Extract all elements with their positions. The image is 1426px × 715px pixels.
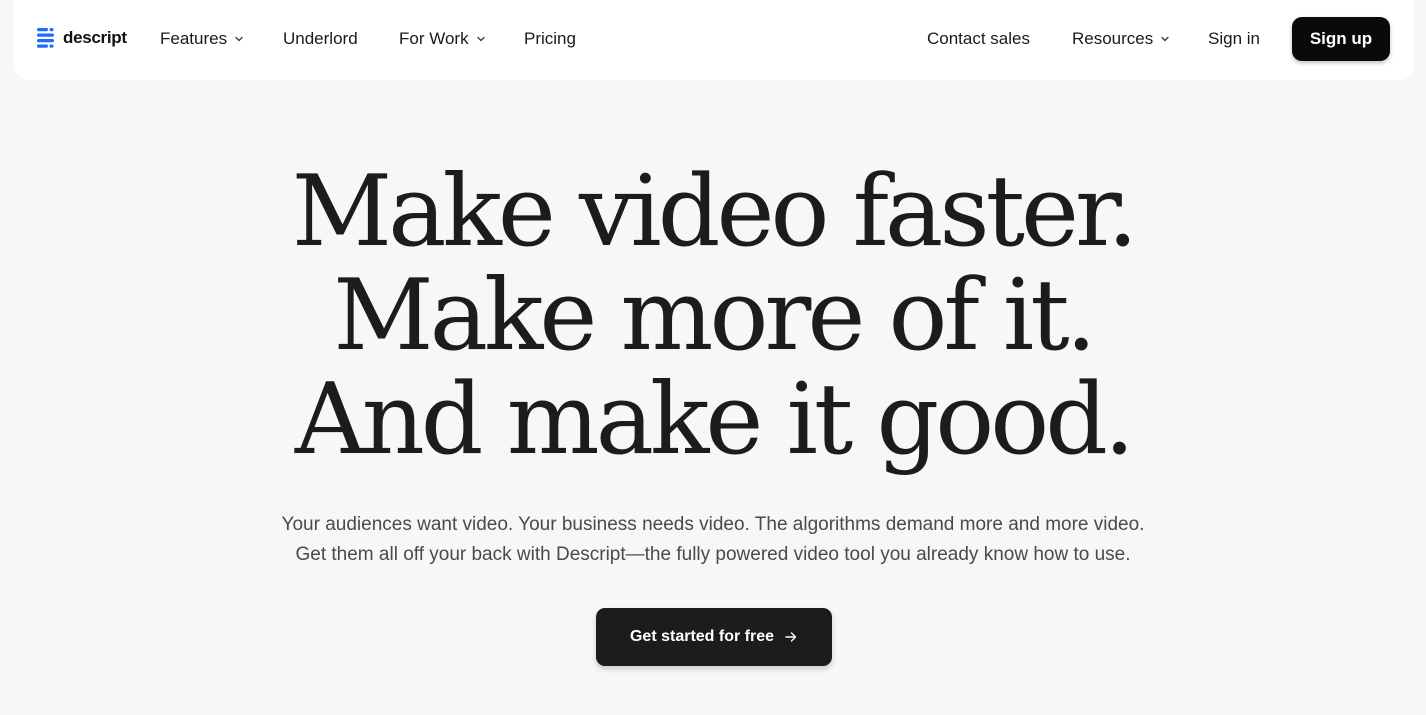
- nav-underlord-label: Underlord: [283, 29, 358, 48]
- hero-line-1: Make video faster.: [291, 155, 1139, 269]
- nav-contact-sales[interactable]: Contact sales: [927, 29, 1030, 49]
- hero-headline: Make video faster. Make more of it. And …: [0, 160, 1426, 472]
- descript-logo-icon: [37, 28, 54, 48]
- nav-features-label: Features: [160, 29, 228, 48]
- nav-features[interactable]: Features: [160, 29, 244, 49]
- nav-for-work[interactable]: For Work: [399, 29, 486, 49]
- hero-subtitle-line-1: Your audiences want video. Your business…: [281, 514, 1145, 535]
- nav-pricing[interactable]: Pricing: [524, 29, 576, 49]
- chevron-down-icon: [235, 36, 243, 42]
- nav-underlord[interactable]: Underlord: [283, 29, 358, 49]
- hero-subtitle: Your audiences want video. Your business…: [0, 510, 1426, 570]
- hero-line-3: And make it good.: [294, 363, 1135, 477]
- top-navbar: descript Features Underlord For Work Pri…: [14, 0, 1414, 80]
- hero-line-2: Make more of it.: [333, 259, 1097, 373]
- hero-subtitle-line-2: Get them all off your back with Descript…: [295, 544, 1131, 565]
- nav-sign-in-label: Sign in: [1208, 29, 1260, 48]
- sign-up-button[interactable]: Sign up: [1292, 17, 1390, 61]
- get-started-label: Get started for free: [629, 628, 775, 645]
- logo-wordmark: descript: [63, 28, 127, 47]
- get-started-button[interactable]: Get started for free: [596, 608, 832, 666]
- arrow-right-icon: [785, 632, 797, 642]
- descript-logo[interactable]: descript: [37, 27, 127, 49]
- chevron-down-icon: [476, 36, 485, 42]
- nav-contact-sales-label: Contact sales: [927, 29, 1030, 48]
- nav-resources[interactable]: Resources: [1072, 29, 1170, 49]
- chevron-down-icon: [1161, 36, 1169, 42]
- nav-resources-label: Resources: [1072, 29, 1154, 48]
- nav-pricing-label: Pricing: [524, 29, 576, 48]
- nav-sign-in[interactable]: Sign in: [1208, 29, 1260, 49]
- nav-for-work-label: For Work: [399, 29, 469, 48]
